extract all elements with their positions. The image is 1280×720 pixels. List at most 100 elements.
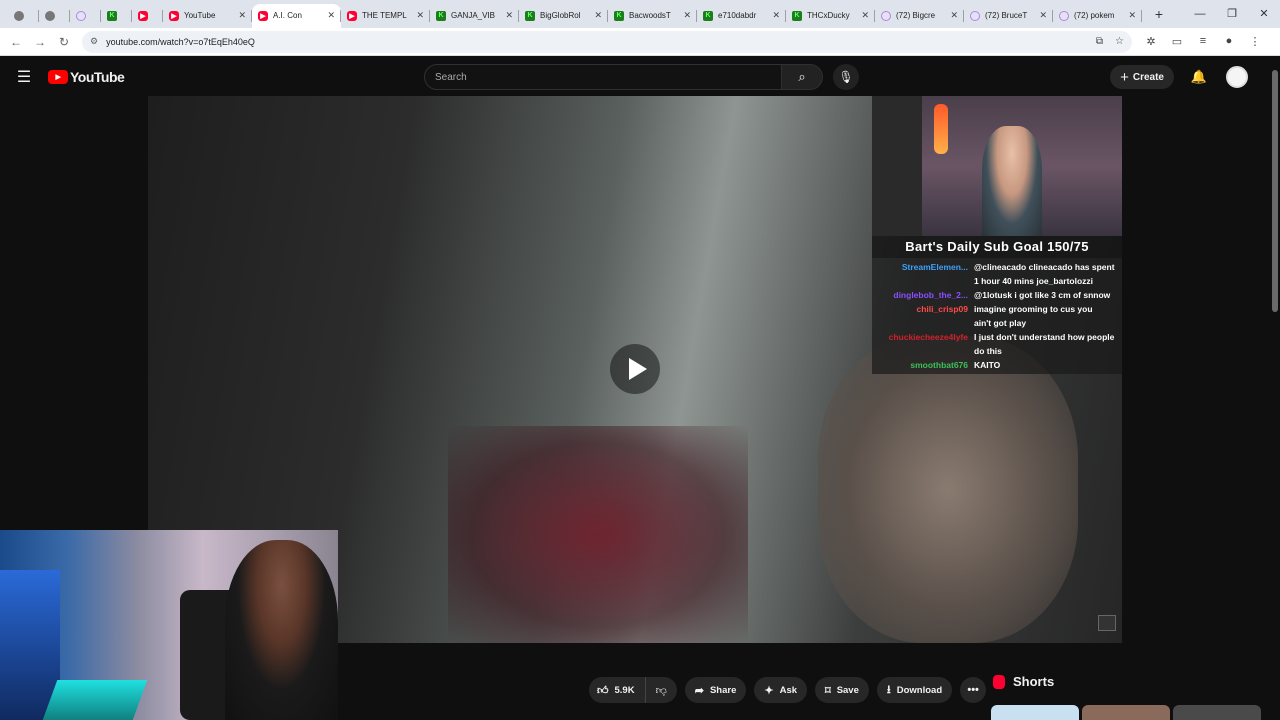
blank-icon <box>45 10 55 21</box>
chat-message: ain't got play <box>876 316 1118 330</box>
reload-button[interactable]: ↻ <box>52 35 76 49</box>
voice-search-button[interactable]: 🎙 <box>833 64 859 90</box>
browser-tab[interactable]: (72) pokem ✕ <box>1053 4 1142 28</box>
close-tab-icon[interactable]: ✕ <box>772 10 780 21</box>
more-actions-button[interactable]: ••• <box>960 677 987 703</box>
profile-icon[interactable]: ● <box>1216 35 1242 48</box>
close-tab-icon[interactable]: ✕ <box>594 10 602 21</box>
like-count: 5.9K <box>614 684 635 696</box>
webcam-shape <box>42 680 148 720</box>
menu-hamburger-icon[interactable]: ☰ <box>0 67 48 87</box>
youtube-logo[interactable]: ▶ YouTube <box>48 69 125 85</box>
stream-overlay: Bart's Daily Sub Goal 150/75 StreamEleme… <box>872 96 1122 376</box>
kick-icon: K <box>614 10 624 21</box>
tab-title: THCxDucky <box>807 11 850 20</box>
search-icon: ⌕ <box>798 69 806 84</box>
browser-menu-icon[interactable]: ⋮ <box>1242 35 1268 48</box>
browser-tab[interactable] <box>8 4 39 28</box>
omnibox[interactable]: ⚙ youtube.com/watch?v=o7tEqEh40eQ ⧉ ☆ <box>82 30 1132 53</box>
url-text[interactable]: youtube.com/watch?v=o7tEqEh40eQ <box>106 37 1084 47</box>
sparkle-icon: ✦ <box>764 684 774 697</box>
close-tab-icon[interactable]: ✕ <box>416 10 424 21</box>
forward-button[interactable]: → <box>28 35 52 49</box>
restore-button[interactable]: ❐ <box>1216 0 1248 28</box>
search-input[interactable]: Search <box>424 64 782 90</box>
browser-tab[interactable]: (72) Bigcre ✕ <box>875 4 964 28</box>
browser-tab[interactable]: K BigGlobRol ✕ <box>519 4 608 28</box>
share-icon: ➦ <box>694 684 704 697</box>
tab-title: BacwoodsT <box>629 11 671 20</box>
close-tab-icon[interactable]: ✕ <box>1128 10 1136 21</box>
chat-overlay: StreamElemen... @clineacado clineacado ha… <box>872 258 1122 374</box>
create-label: Create <box>1132 71 1164 83</box>
close-tab-icon[interactable]: ✕ <box>861 10 869 21</box>
tab-title: GANJA_VIB <box>451 11 496 20</box>
chat-message: StreamElemen... @clineacado clineacado ha… <box>876 260 1118 274</box>
address-toolbar: ← → ↻ ⚙ youtube.com/watch?v=o7tEqEh40eQ … <box>0 28 1280 56</box>
chat-username: chili_crisp09 <box>916 304 968 314</box>
share-button[interactable]: ➦ Share <box>684 677 747 703</box>
minimize-button[interactable]: — <box>1184 0 1216 28</box>
browser-tab[interactable]: ▶ <box>132 4 163 28</box>
browser-tab[interactable]: K THCxDucky ✕ <box>786 4 875 28</box>
kick-icon: K <box>525 10 535 21</box>
short-thumbnail[interactable] <box>1082 705 1170 720</box>
tab-title: BigGlobRol <box>540 11 581 20</box>
close-tab-icon[interactable]: ✕ <box>683 10 691 21</box>
extensions-icon[interactable]: ✲ <box>1138 35 1164 48</box>
like-button[interactable]: 👍︎ 5.9K <box>589 677 646 703</box>
account-avatar[interactable] <box>1226 66 1248 88</box>
save-button[interactable]: ⌑ Save <box>815 677 869 703</box>
cast-icon[interactable]: ▭ <box>1164 35 1190 48</box>
twitch-icon <box>76 10 86 21</box>
create-button[interactable]: + Create <box>1110 65 1174 89</box>
site-info-icon[interactable]: ⚙ <box>90 36 98 47</box>
close-tab-icon[interactable]: ✕ <box>327 10 335 21</box>
download-button[interactable]: ⭳ Download <box>876 677 953 703</box>
close-tab-icon[interactable]: ✕ <box>1039 10 1047 21</box>
scrollbar-thumb[interactable] <box>1272 70 1278 312</box>
kick-icon: K <box>703 10 713 21</box>
new-tab-button[interactable]: + <box>1150 6 1168 22</box>
play-button[interactable] <box>610 344 660 394</box>
browser-tab[interactable]: Ke710dabdr ✕ <box>697 4 786 28</box>
close-tab-icon[interactable]: ✕ <box>505 10 513 21</box>
dislike-button[interactable]: 👎︎ <box>646 677 677 703</box>
browser-tab[interactable] <box>70 4 101 28</box>
chat-text: ain't got play <box>974 318 1027 328</box>
search-button[interactable]: ⌕ <box>782 64 823 90</box>
close-window-button[interactable]: ✕ <box>1248 0 1280 28</box>
browser-tab[interactable]: K GANJA_VIB ✕ <box>430 4 519 28</box>
notifications-bell-icon[interactable]: 🔔 <box>1190 69 1208 85</box>
close-tab-icon[interactable]: ✕ <box>238 10 246 21</box>
chat-username: smoothbat676 <box>910 360 968 370</box>
short-thumbnail[interactable] <box>1173 705 1261 720</box>
tab-title: YouTube <box>184 11 216 20</box>
channel-watermark[interactable] <box>1098 615 1116 631</box>
chat-text: 1 hour 40 mins joe_bartolozzi <box>974 276 1094 286</box>
youtube-icon: ▶ <box>138 10 148 21</box>
page-scrollbar[interactable] <box>1270 58 1280 720</box>
browser-tab[interactable]: ▶ A.I. Con ✕ <box>252 3 341 28</box>
browser-tab[interactable]: K BacwoodsT ✕ <box>608 4 697 28</box>
back-button[interactable]: ← <box>4 35 28 49</box>
download-label: Download <box>896 684 943 696</box>
short-thumbnail[interactable] <box>991 705 1079 720</box>
browser-tab[interactable]: ▶ THE TEMPL ✕ <box>341 4 430 28</box>
search-placeholder: Search <box>435 71 467 83</box>
kick-icon: K <box>436 10 446 21</box>
close-tab-icon[interactable]: ✕ <box>950 10 958 21</box>
browser-tab[interactable] <box>39 4 70 28</box>
video-actions: 👍︎ 5.9K 👎︎ ➦ Share ✦ Ask ⌑ Save ⭳ Downlo… <box>589 677 987 703</box>
browser-tab[interactable]: ▶ YouTube ✕ <box>163 4 252 28</box>
chat-message: chuckiecheeze4lyfe I just don't understan… <box>876 330 1118 344</box>
media-controls-icon[interactable]: ≡ <box>1190 35 1216 48</box>
window-controls: — ❐ ✕ <box>1184 0 1280 28</box>
youtube-header: ☰ ▶ YouTube Search ⌕ 🎙 + Create 🔔 <box>0 58 1270 96</box>
tab-separator <box>1141 9 1142 22</box>
browser-tab[interactable]: (72) BruceT ✕ <box>964 4 1053 28</box>
bookmark-star-icon[interactable]: ☆ <box>1115 36 1124 47</box>
browser-tab[interactable]: K <box>101 4 132 28</box>
ask-button[interactable]: ✦ Ask <box>754 677 808 703</box>
install-app-icon[interactable]: ⧉ <box>1096 36 1103 47</box>
